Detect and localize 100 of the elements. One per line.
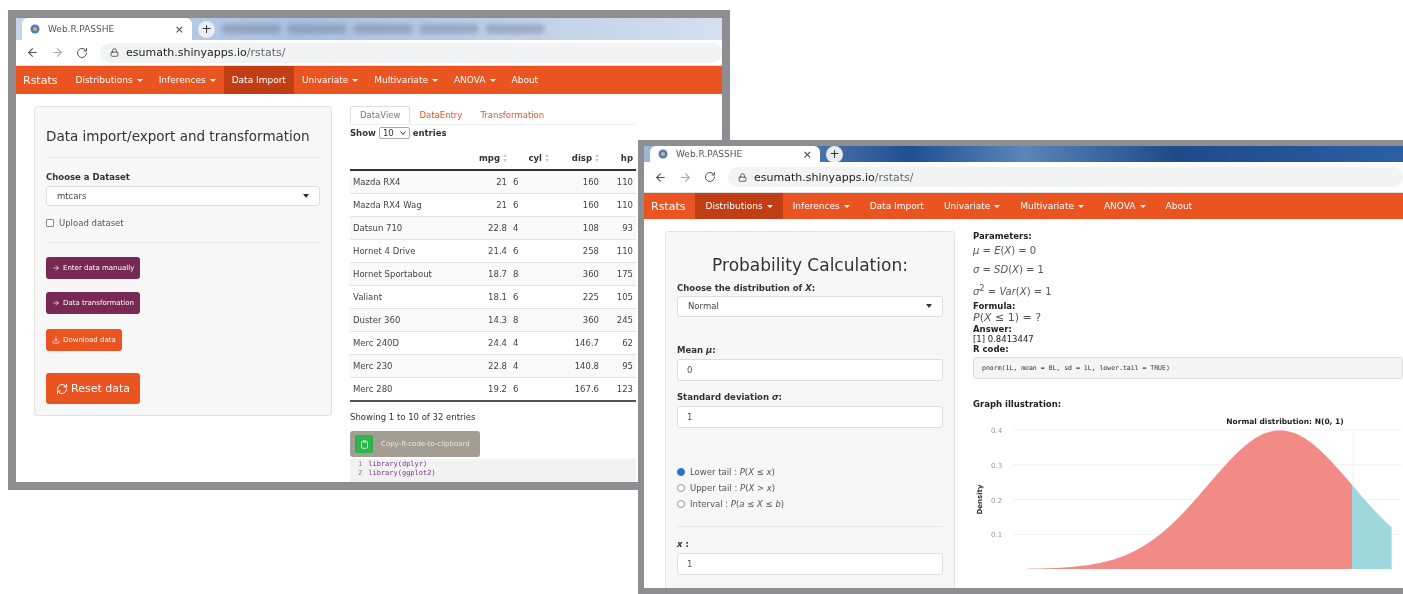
page-size-select[interactable]: 10 <box>378 127 410 140</box>
forward-icon[interactable] <box>679 170 692 184</box>
table-cell: 110 <box>602 239 636 263</box>
forward-icon[interactable] <box>51 46 64 59</box>
tab[interactable]: DataEntry <box>410 106 472 125</box>
nav-item[interactable]: Inferences <box>150 66 224 94</box>
x-input[interactable]: 1 <box>677 552 943 575</box>
table-cell: 6 <box>510 239 552 263</box>
parameter-formula: μ = E(X) = 0 <box>973 245 1037 256</box>
brand-link[interactable]: Rstats <box>16 66 68 94</box>
table-cell: 62 <box>602 331 636 355</box>
close-tab-button[interactable]: × <box>174 22 184 36</box>
blurred-tab[interactable] <box>287 24 347 34</box>
column-header[interactable]: disp <box>571 153 592 164</box>
sd-input[interactable]: 1 <box>677 405 943 428</box>
nav-item[interactable]: Data Import <box>223 66 294 94</box>
blurred-tab[interactable] <box>221 24 281 34</box>
back-icon[interactable] <box>654 170 667 184</box>
table-cell: 22.8 <box>470 354 510 378</box>
nav-item[interactable]: Multivariate <box>1010 193 1094 219</box>
caret-icon <box>926 304 932 309</box>
table-cell: 160 <box>552 170 602 194</box>
brand-link[interactable]: Rstats <box>644 193 696 219</box>
nav-item[interactable]: Multivariate <box>366 66 446 94</box>
table-cell: 140.8 <box>552 354 602 378</box>
mean-input[interactable]: 0 <box>677 358 943 381</box>
blurred-tab[interactable] <box>419 24 479 34</box>
table-cell: Mazda RX4 Wag <box>350 193 470 217</box>
tab[interactable]: DataView <box>350 106 411 125</box>
table-cell: 8 <box>510 262 552 286</box>
new-tab-button[interactable]: + <box>826 146 843 163</box>
panel-title: Data import/export and transformation <box>46 127 311 146</box>
table-cell: Merc 280 <box>350 377 470 402</box>
reload-icon[interactable] <box>76 46 88 59</box>
favicon-icon <box>30 24 40 34</box>
browser-tab[interactable]: Web.R.PASSHE × <box>650 146 820 162</box>
field-label: Choose a Dataset <box>46 172 131 183</box>
show-label: Show <box>350 128 376 139</box>
tab[interactable]: Transformation <box>471 106 554 125</box>
nav-item[interactable]: Distributions <box>67 66 151 94</box>
radio-button[interactable] <box>677 483 685 492</box>
table-cell: 258 <box>552 239 602 263</box>
table-cell: Duster 360 <box>350 308 470 332</box>
table-cell: Datsun 710 <box>350 216 470 240</box>
formula-text: P(X ≤ 1) = ? <box>973 311 1042 325</box>
sort-icon <box>503 154 507 163</box>
caret-icon <box>209 78 216 82</box>
column-header[interactable]: hp <box>620 153 633 164</box>
blurred-tab[interactable] <box>485 24 545 34</box>
sort-icon <box>545 154 549 163</box>
caret-icon <box>843 204 850 208</box>
caret-icon <box>399 131 406 136</box>
new-tab-button[interactable]: + <box>198 20 215 38</box>
table-cell: Hornet Sportabout <box>350 262 470 286</box>
distribution-select[interactable]: Normal <box>677 295 943 317</box>
nav-item[interactable]: Distributions <box>695 193 783 219</box>
nav-item[interactable]: About <box>1155 193 1203 219</box>
radio-label[interactable]: Lower tail : P(X ≤ x) <box>690 466 775 477</box>
table-cell: 19.2 <box>470 377 510 402</box>
table-cell: 21.4 <box>470 239 510 263</box>
table-cell: 360 <box>552 262 602 286</box>
address-field[interactable]: esumath.shinyapps.io/rstats/ <box>728 167 1403 187</box>
reset-button[interactable]: Reset data <box>46 373 140 405</box>
clipboard-icon <box>355 435 373 454</box>
nav-item[interactable]: About <box>503 66 547 94</box>
browser-tab[interactable]: Web.R.PASSHE × <box>22 18 192 40</box>
table-cell: 225 <box>552 285 602 309</box>
back-icon[interactable] <box>26 46 39 59</box>
radio-label[interactable]: Interval : P(a ≤ X ≤ b) <box>690 498 785 509</box>
table-cell: 4 <box>510 216 552 240</box>
table-cell: 6 <box>510 377 552 402</box>
download-icon <box>52 336 60 345</box>
table-cell: 175 <box>602 262 636 286</box>
close-tab-button[interactable]: × <box>802 147 812 161</box>
nav-item[interactable]: ANOVA <box>445 66 504 94</box>
caret-icon <box>1139 204 1146 208</box>
table-cell: 6 <box>510 193 552 217</box>
radio-label[interactable]: Upper tail : P(X > x) <box>690 482 776 493</box>
section-heading: Parameters: <box>973 231 1033 241</box>
radio-button[interactable] <box>677 499 685 508</box>
section-heading: Formula: <box>973 301 1017 312</box>
nav-item[interactable]: Inferences <box>782 193 860 219</box>
column-header[interactable]: cyl <box>528 153 542 164</box>
radio-button[interactable] <box>677 467 685 476</box>
upload-checkbox[interactable]: Upload dataset <box>46 218 320 229</box>
nav-item[interactable]: Data Import <box>859 193 934 219</box>
reload-icon[interactable] <box>704 171 716 183</box>
table-info: Showing 1 to 10 of 32 entries <box>350 412 477 423</box>
blurred-tab[interactable] <box>353 24 413 34</box>
table-cell: 18.1 <box>470 285 510 309</box>
entries-label: entries <box>412 128 447 139</box>
caret-icon <box>489 78 496 82</box>
table-cell: Merc 240D <box>350 331 470 355</box>
arrow-right-icon <box>52 264 60 273</box>
column-header[interactable]: mpg <box>478 153 500 164</box>
address-field[interactable]: esumath.shinyapps.io/rstats/ <box>100 42 722 63</box>
dataset-select[interactable]: mtcars <box>46 186 320 207</box>
nav-item[interactable]: Univariate <box>293 66 367 94</box>
nav-item[interactable]: Univariate <box>933 193 1011 219</box>
nav-item[interactable]: ANOVA <box>1093 193 1156 219</box>
